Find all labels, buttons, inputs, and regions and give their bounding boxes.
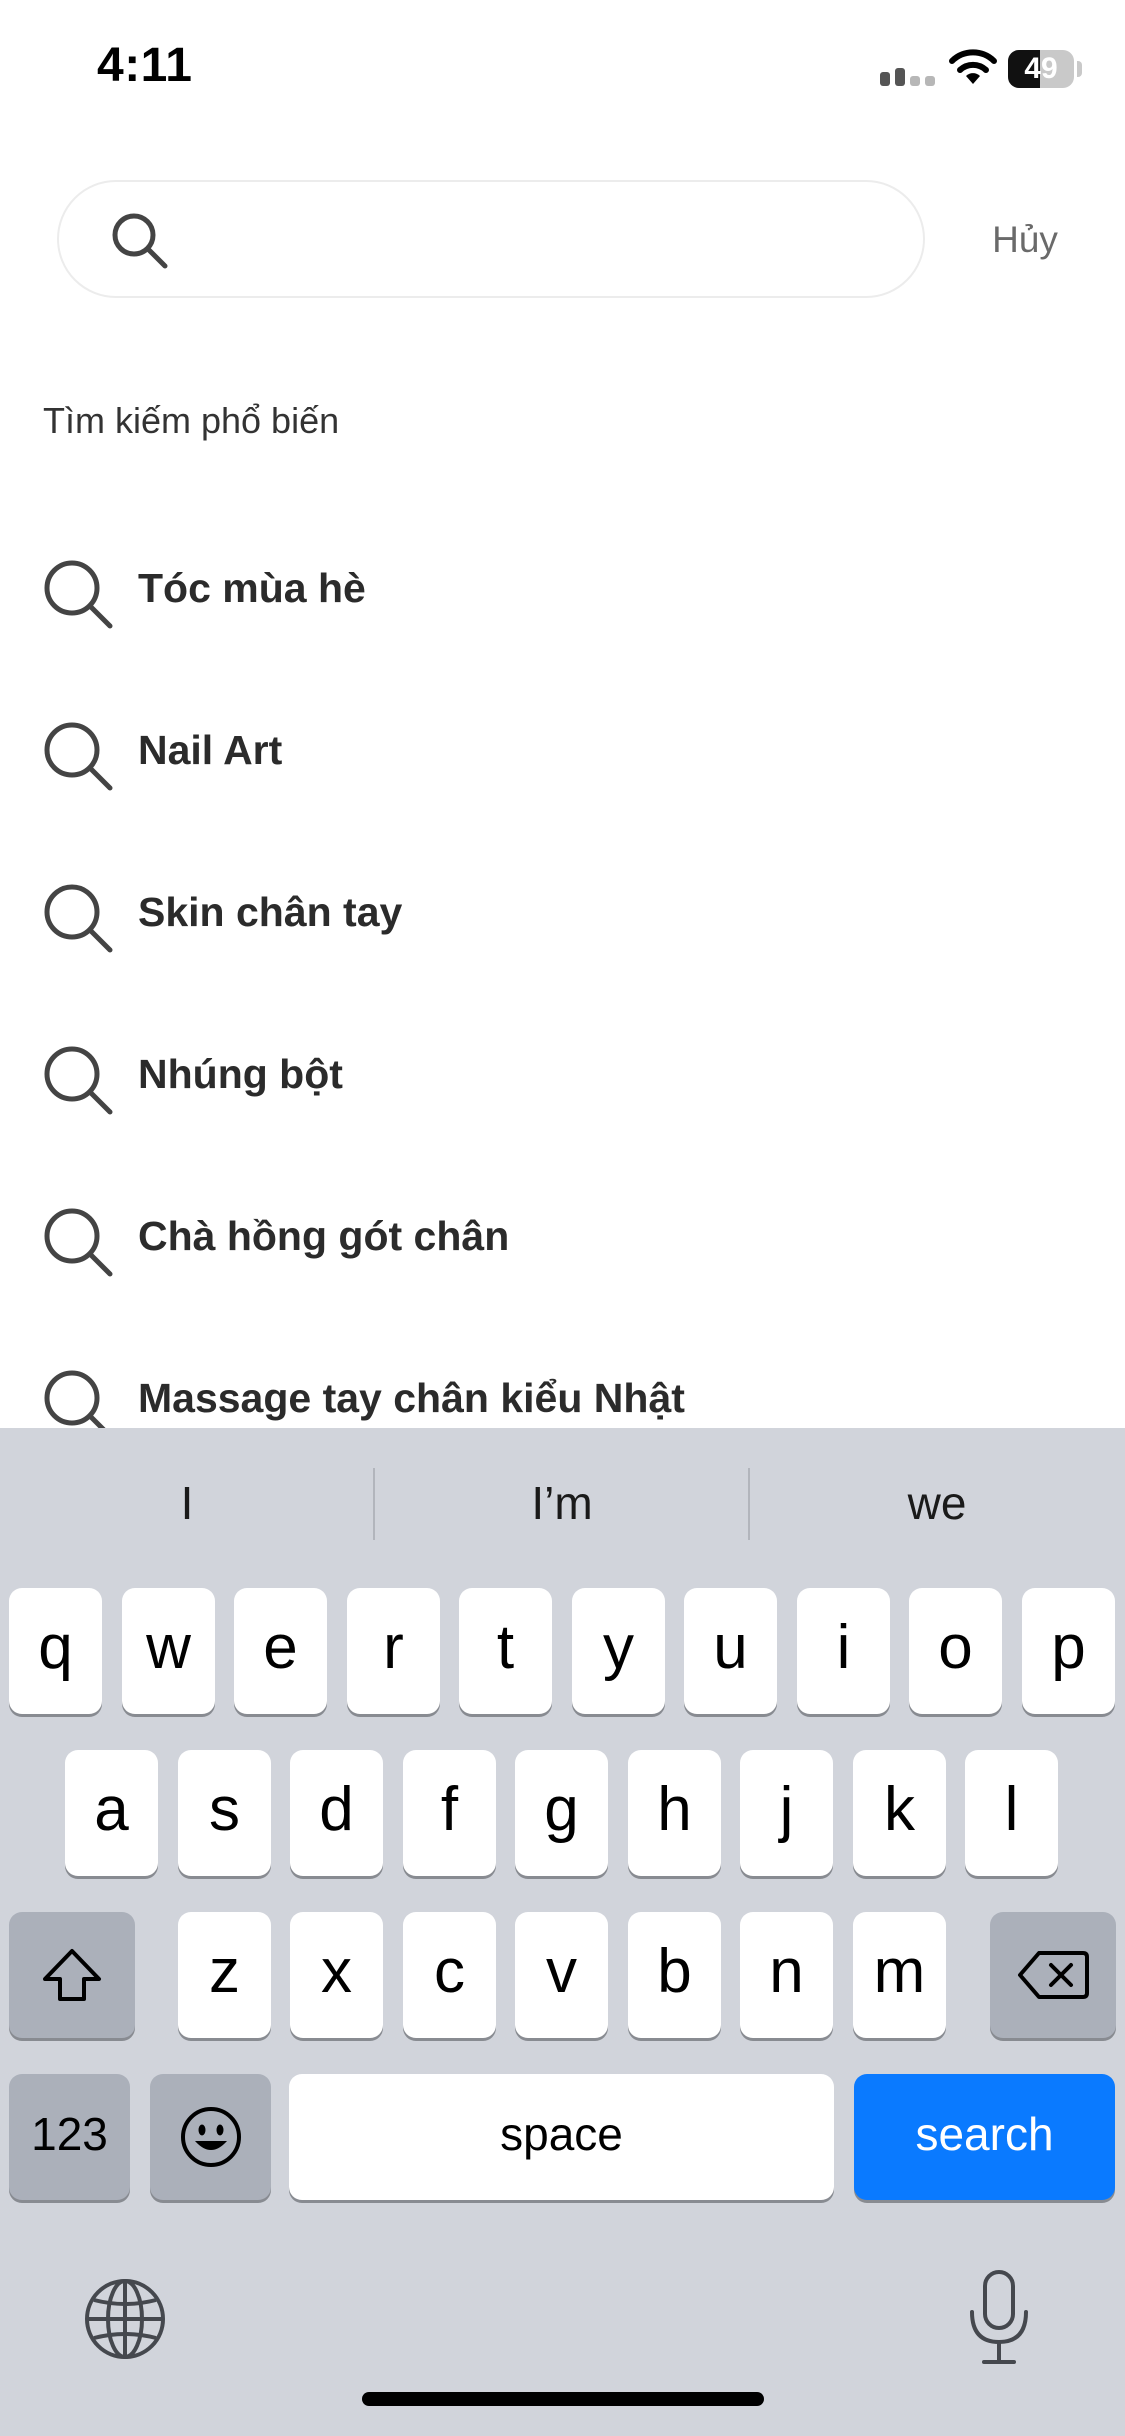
space-key[interactable]: space: [289, 2074, 834, 2200]
key-f[interactable]: f: [403, 1750, 496, 1876]
backspace-icon: [1018, 1951, 1089, 1999]
prediction-bar: I I’m we: [0, 1428, 1125, 1578]
emoji-icon: [180, 2107, 241, 2167]
status-time: 4:11: [97, 39, 193, 92]
microphone-icon[interactable]: [964, 2268, 1034, 2368]
popular-search-label: Chà hồng gót chân: [138, 1213, 510, 1259]
prediction-item[interactable]: we: [750, 1463, 1124, 1543]
search-key[interactable]: search: [854, 2074, 1115, 2200]
popular-search-item[interactable]: Skin chân tay: [0, 856, 1125, 976]
key-u[interactable]: u: [684, 1588, 777, 1714]
key-k[interactable]: k: [853, 1750, 946, 1876]
key-l[interactable]: l: [965, 1750, 1058, 1876]
key-z[interactable]: z: [178, 1912, 271, 2038]
popular-search-label: Nail Art: [138, 727, 283, 773]
battery-level: 49: [1024, 52, 1058, 85]
key-w[interactable]: w: [122, 1588, 215, 1714]
popular-search-label: Massage tay chân kiểu Nhật: [138, 1375, 685, 1421]
search-icon: [44, 1046, 113, 1115]
key-s[interactable]: s: [178, 1750, 271, 1876]
numbers-key[interactable]: 123: [9, 2074, 130, 2200]
prediction-item[interactable]: I: [0, 1463, 374, 1543]
key-v[interactable]: v: [515, 1912, 608, 2038]
key-m[interactable]: m: [853, 1912, 946, 2038]
search-icon: [44, 884, 113, 953]
prediction-item[interactable]: I’m: [375, 1463, 749, 1543]
key-p[interactable]: p: [1022, 1588, 1115, 1714]
key-t[interactable]: t: [459, 1588, 552, 1714]
search-icon: [44, 1208, 113, 1277]
shift-icon: [43, 1949, 101, 2001]
battery-nub: [1077, 61, 1082, 77]
key-y[interactable]: y: [572, 1588, 665, 1714]
key-d[interactable]: d: [290, 1750, 383, 1876]
key-i[interactable]: i: [797, 1588, 890, 1714]
popular-search-item[interactable]: Tóc mùa hè: [0, 532, 1125, 652]
key-j[interactable]: j: [740, 1750, 833, 1876]
search-input[interactable]: [199, 206, 893, 276]
search-icon: [112, 213, 168, 269]
key-n[interactable]: n: [740, 1912, 833, 2038]
shift-key[interactable]: [9, 1912, 135, 2038]
key-c[interactable]: c: [403, 1912, 496, 2038]
wifi-icon: [949, 49, 997, 84]
cellular-signal-icon: [880, 58, 936, 86]
search-icon: [44, 560, 113, 629]
delete-key[interactable]: [990, 1912, 1116, 2038]
emoji-key[interactable]: [150, 2074, 271, 2200]
popular-search-label: Nhúng bột: [138, 1051, 343, 1097]
search-bar[interactable]: [57, 180, 925, 298]
section-title: Tìm kiếm phổ biến: [43, 400, 340, 441]
popular-search-label: Skin chân tay: [138, 889, 403, 935]
cancel-button[interactable]: Hủy: [960, 210, 1090, 270]
key-o[interactable]: o: [909, 1588, 1002, 1714]
key-a[interactable]: a: [65, 1750, 158, 1876]
key-h[interactable]: h: [628, 1750, 721, 1876]
key-g[interactable]: g: [515, 1750, 608, 1876]
key-x[interactable]: x: [290, 1912, 383, 2038]
search-icon: [44, 722, 113, 791]
status-bar: 4:11 49: [0, 0, 1125, 140]
home-indicator[interactable]: [362, 2392, 764, 2406]
popular-search-item[interactable]: Nail Art: [0, 694, 1125, 814]
key-q[interactable]: q: [9, 1588, 102, 1714]
key-b[interactable]: b: [628, 1912, 721, 2038]
battery-icon: 49: [1008, 50, 1074, 88]
globe-icon[interactable]: [82, 2276, 168, 2362]
popular-search-item[interactable]: Chà hồng gót chân: [0, 1180, 1125, 1300]
key-r[interactable]: r: [347, 1588, 440, 1714]
popular-search-label: Tóc mùa hè: [138, 565, 366, 611]
key-e[interactable]: e: [234, 1588, 327, 1714]
keyboard: I I’m we q w e r t y u i o p a s d f g h…: [0, 1428, 1125, 2436]
popular-search-item[interactable]: Nhúng bột: [0, 1018, 1125, 1138]
